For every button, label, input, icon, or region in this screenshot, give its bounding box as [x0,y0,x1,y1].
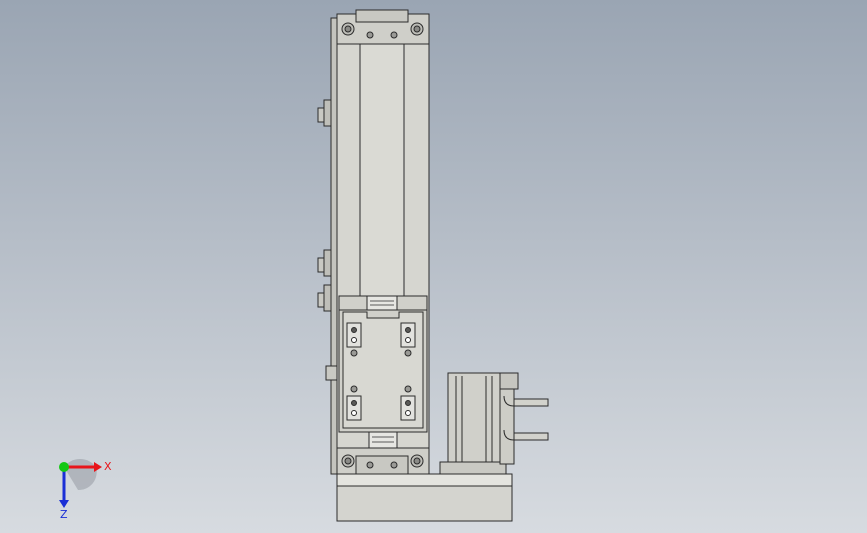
bottom-cap-bolt [413,457,421,465]
mount-slot-hole [405,400,411,406]
carriage-screw [350,385,358,393]
mount-slot-hole [351,337,357,343]
bottom-cap-bolt [344,457,352,465]
mount-slot-hole [351,327,357,333]
mount-slot-hole [351,400,357,406]
top-cap-screw [366,31,374,39]
bottom-cap-screw [366,461,374,469]
carriage-screw [350,349,358,357]
axis-triad-graphic: X Z [59,459,112,521]
side-tab [323,249,332,277]
mount-slot [346,395,362,421]
cable-stub [513,432,549,441]
graphics-viewport[interactable]: X Z [0,0,867,533]
x-axis-label: X [104,460,112,473]
axis-triad[interactable]: X Z [40,450,130,521]
column-left-edge [330,17,338,475]
carriage-label-plate [366,295,398,311]
cable-stub [513,398,549,407]
carriage-bottom-label [368,431,398,449]
top-cap-bolt [413,25,421,33]
top-cap-screw [390,31,398,39]
bottom-cap-screw [390,461,398,469]
base-plate-top-face [336,473,513,487]
carriage-screw [404,385,412,393]
carriage-screw [404,349,412,357]
motor-encoder-cap [499,372,519,390]
side-tab [323,99,332,127]
top-cap-bolt [344,25,352,33]
motor-connector [499,388,515,465]
mount-slot [400,322,416,348]
mount-slot-hole [405,337,411,343]
side-tab [325,365,338,381]
triad-shadow [64,459,97,491]
z-axis-arrow [59,500,69,508]
mount-slot-hole [405,327,411,333]
bottom-cap-block [355,455,409,475]
y-axis-dot [59,462,69,472]
motor-flange [439,461,507,475]
mount-slot [400,395,416,421]
mount-slot-hole [351,410,357,416]
top-cap-block [355,9,409,23]
column-center-panel [359,43,405,297]
z-axis-label: Z [60,508,68,520]
x-axis-arrow [94,462,102,472]
side-tab [323,284,332,312]
mount-slot-hole [405,410,411,416]
mount-slot [346,322,362,348]
linear-actuator-model[interactable] [0,0,867,533]
